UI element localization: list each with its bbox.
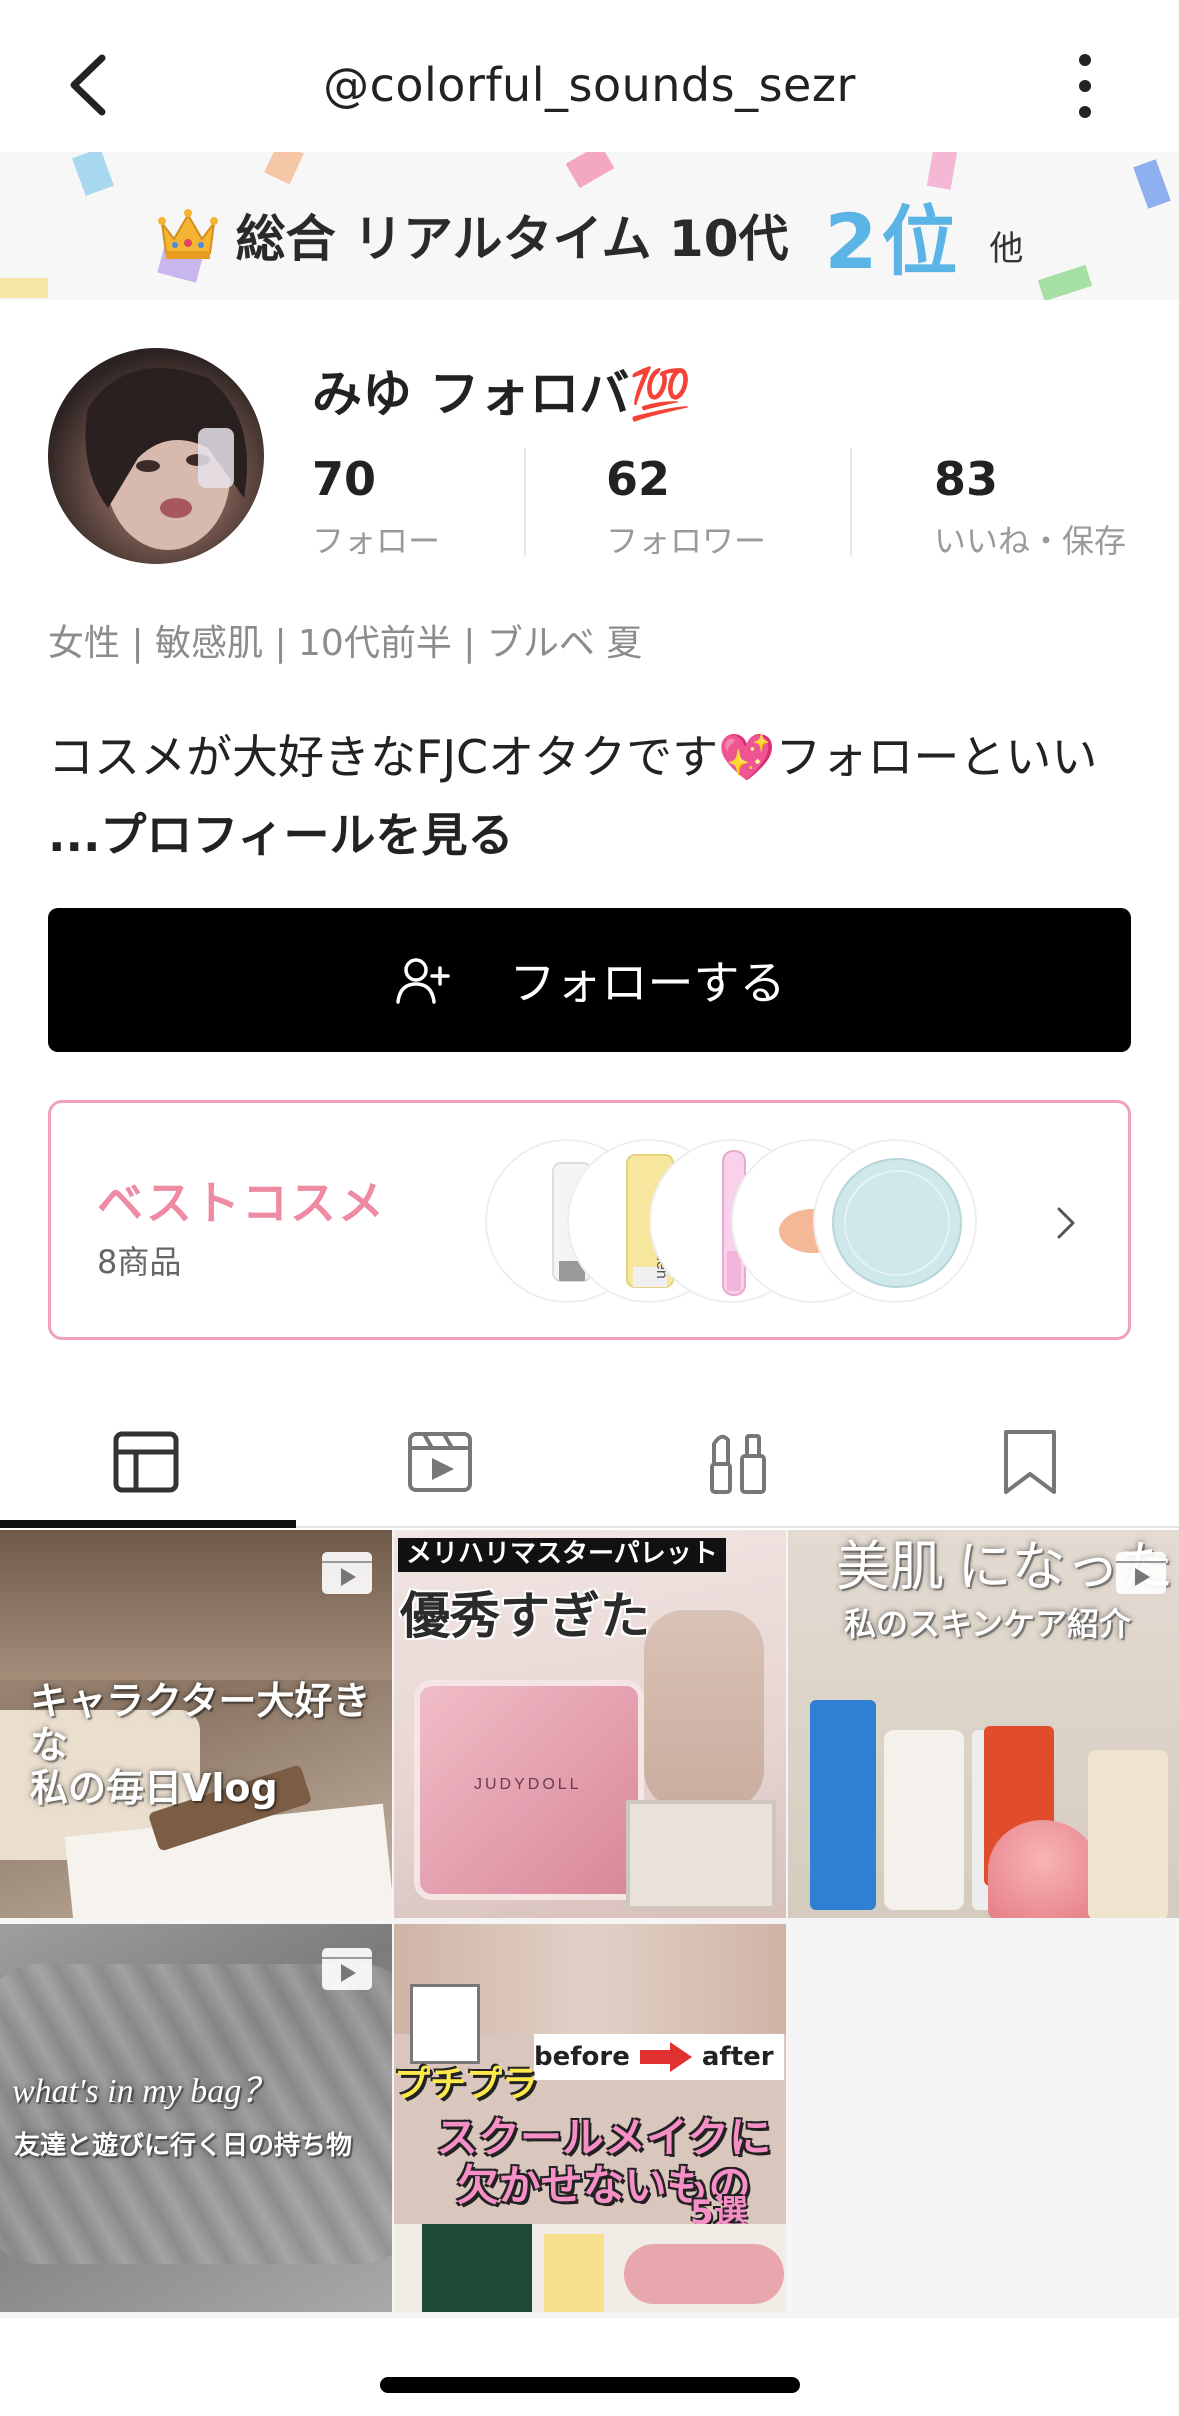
- tab-bookmark-icon[interactable]: [990, 1422, 1070, 1502]
- active-tab-indicator: [0, 1520, 296, 1528]
- stat-following[interactable]: 70 フォロー: [312, 452, 440, 562]
- follow-button-label: フォローする: [509, 956, 786, 1010]
- divider: [524, 448, 526, 556]
- post-school-sticker: [410, 1984, 480, 2064]
- post-thumbnail[interactable]: 美肌 になった 私のスキンケア紹介: [788, 1530, 1179, 1918]
- ranking-label: 総合 リアルタイム 10代: [235, 210, 789, 268]
- post-title: キャラクター大好きな 私の毎日Vlog: [30, 1679, 371, 1811]
- post-title: 優秀すぎた: [400, 1587, 650, 1645]
- stat-number: 62: [606, 452, 671, 506]
- ranking-banner[interactable]: 総合 リアルタイム 10代 2位他: [0, 152, 1179, 300]
- add-user-icon: [395, 958, 450, 1004]
- profile-bio: コスメが大好きなFJCオタクです💖フォローといい ...プロフィールを見る: [48, 718, 1138, 874]
- video-icon: [322, 1948, 372, 1990]
- stat-number: 70: [312, 452, 377, 506]
- post-bag: [0, 1964, 392, 2264]
- stat-likes-saves[interactable]: 83 いいね・保存: [934, 452, 1126, 562]
- tab-video-icon[interactable]: [400, 1422, 480, 1502]
- ranking-content: 総合 リアルタイム 10代 2位他: [0, 180, 1179, 290]
- post-bottle: [988, 1820, 1098, 1918]
- post-title: 友達と遊びに行く日の持ち物: [14, 2131, 353, 2161]
- post-product: [422, 2224, 532, 2312]
- page-title: @colorful_sounds_sezr: [323, 58, 856, 112]
- bio-text: コスメが大好きなFJCオタクです💖フォローといい: [48, 730, 1098, 784]
- crown-icon: [157, 209, 218, 259]
- best-cosme-title: ベストコスメ: [97, 1176, 386, 1230]
- ranking-value: 2位: [824, 197, 962, 286]
- after-label: after: [701, 2042, 774, 2072]
- video-icon: [322, 1552, 372, 1594]
- post-thumbnail[interactable]: before after プチプラ スクールメイクに 欠かせないもの 5選: [394, 1924, 786, 2312]
- profile-tags: 女性 | 敏感肌 | 10代前半 | ブルベ 夏: [48, 623, 643, 664]
- post-eyeshadow: [626, 1800, 776, 1910]
- content-tabs: [0, 1400, 1179, 1530]
- arrow-right-icon: [639, 2042, 692, 2072]
- post-thumbnail[interactable]: what's in my bag？ 友達と遊びに行く日の持ち物: [0, 1924, 392, 2312]
- tab-grid-icon[interactable]: [106, 1422, 186, 1502]
- home-indicator: [380, 2377, 800, 2393]
- post-thumbnail[interactable]: キャラクター大好きな 私の毎日Vlog: [0, 1530, 392, 1918]
- stat-followers[interactable]: 62 フォロワー: [606, 452, 766, 562]
- profile-name: みゆ フォロバ💯: [312, 365, 692, 423]
- post-sticker: プチプラ: [394, 2064, 539, 2105]
- more-options-icon[interactable]: [1060, 50, 1110, 122]
- post-bottle: [1088, 1750, 1168, 1918]
- before-label: before: [534, 2042, 630, 2072]
- video-icon: [1116, 1552, 1166, 1594]
- post-bottle: [810, 1700, 876, 1910]
- follow-button[interactable]: フォローする: [48, 908, 1131, 1052]
- chevron-right-icon: [1057, 1207, 1075, 1239]
- post-product: [624, 2244, 784, 2304]
- ranking-other: 他: [989, 228, 1024, 269]
- product-thumbnail: [813, 1139, 977, 1303]
- top-bar: @colorful_sounds_sezr: [0, 0, 1179, 152]
- post-swatch-arm: [644, 1610, 764, 1810]
- post-brand: JUDYDOLL: [474, 1776, 582, 1793]
- post-thumbnail[interactable]: メリハリマスターパレット 優秀すぎた JUDYDOLL: [394, 1530, 786, 1918]
- see-profile-link[interactable]: ...プロフィールを見る: [48, 808, 514, 862]
- stat-label: いいね・保存: [934, 522, 1127, 560]
- post-title: 私のスキンケア紹介: [844, 1605, 1132, 1643]
- avatar-photo: [85, 368, 248, 550]
- divider: [850, 448, 852, 556]
- post-bottle: [884, 1730, 964, 1910]
- post-before-after: before after: [534, 2034, 784, 2080]
- post-grid: キャラクター大好きな 私の毎日Vlog メリハリマスターパレット 優秀すぎた J…: [0, 1530, 1179, 2318]
- stat-label: フォロー: [312, 522, 441, 560]
- best-cosme-card[interactable]: ベストコスメ 8商品 Torriden: [48, 1100, 1131, 1340]
- post-product: [544, 2234, 604, 2312]
- stat-number: 83: [934, 452, 999, 506]
- stat-label: フォロワー: [606, 522, 767, 560]
- post-subtitle: メリハリマスターパレット: [398, 1538, 726, 1572]
- avatar[interactable]: [48, 348, 264, 564]
- best-cosme-count: 8商品: [97, 1243, 182, 1281]
- post-subtitle: what's in my bag？: [12, 2073, 276, 2110]
- tab-cosmetics-icon[interactable]: [698, 1422, 778, 1502]
